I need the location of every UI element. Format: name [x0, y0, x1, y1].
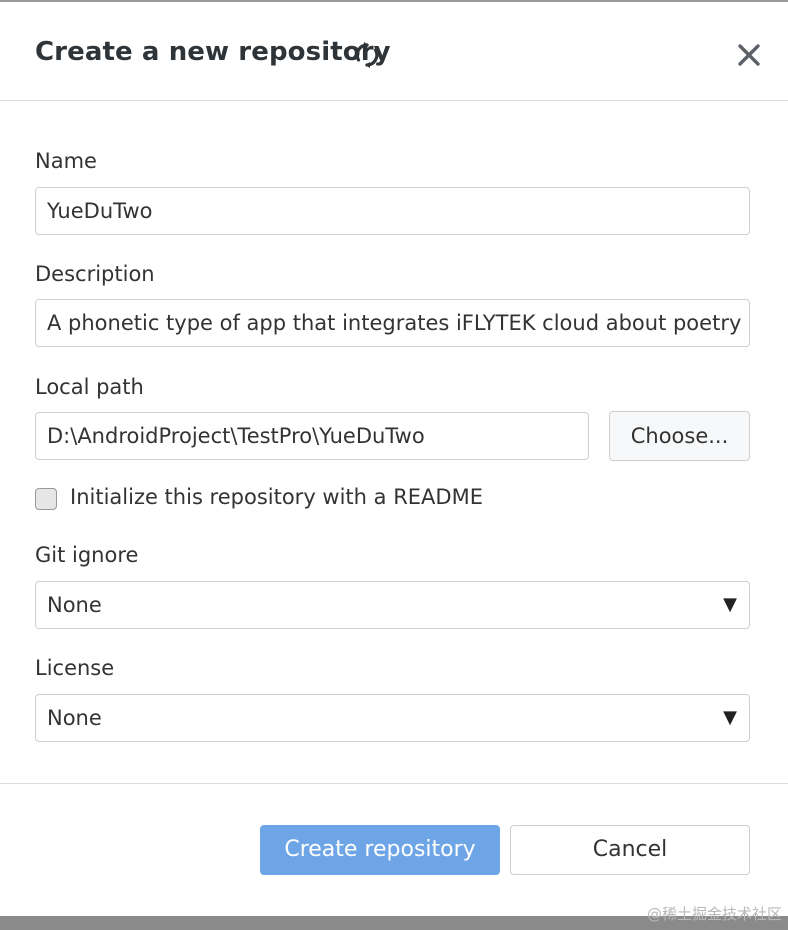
dialog-title: Create a new repository	[35, 37, 391, 67]
dropdown-arrow-icon: ▼	[723, 707, 737, 728]
name-field[interactable]: YueDuTwo	[35, 187, 750, 235]
license-selected-value: None	[47, 706, 102, 730]
license-select[interactable]: None ▼	[35, 694, 750, 742]
description-label: Description	[35, 262, 155, 286]
local-path-field[interactable]: D:\AndroidProject\TestPro\YueDuTwo	[35, 412, 589, 460]
sync-spinner-icon	[355, 42, 379, 68]
dialog-header: Create a new repository	[0, 2, 788, 101]
license-label: License	[35, 656, 115, 680]
watermark: @稀土掘金技术社区	[646, 905, 782, 923]
git-ignore-select[interactable]: None ▼	[35, 581, 750, 629]
readme-checkbox-label[interactable]: Initialize this repository with a README	[70, 485, 483, 509]
git-ignore-label: Git ignore	[35, 543, 139, 567]
dropdown-arrow-icon: ▼	[723, 594, 737, 615]
cancel-button[interactable]: Cancel	[510, 825, 750, 875]
local-path-label: Local path	[35, 375, 144, 399]
git-ignore-selected-value: None	[47, 593, 102, 617]
name-label: Name	[35, 149, 97, 173]
readme-checkbox[interactable]	[35, 488, 57, 510]
description-field[interactable]: A phonetic type of app that integrates i…	[35, 299, 750, 347]
close-icon[interactable]	[736, 42, 762, 68]
footer-divider	[0, 783, 788, 784]
create-repository-button[interactable]: Create repository	[260, 825, 500, 875]
choose-button[interactable]: Choose...	[609, 411, 750, 461]
